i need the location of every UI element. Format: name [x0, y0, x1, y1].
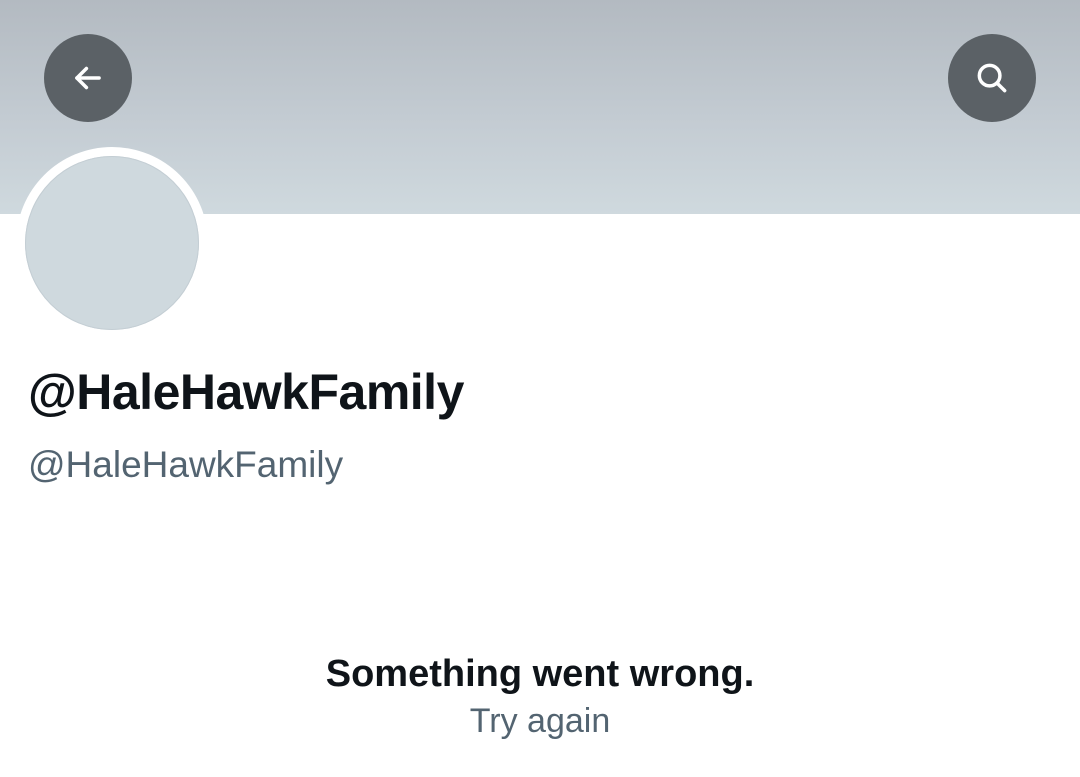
back-button[interactable]	[44, 34, 132, 122]
avatar-frame[interactable]	[16, 147, 208, 339]
try-again-container: Try again	[0, 701, 1080, 742]
avatar[interactable]	[25, 156, 199, 330]
profile-page: @HaleHawkFamily @HaleHawkFamily Somethin…	[0, 0, 1080, 777]
search-icon	[977, 63, 1007, 93]
error-message: Something went wrong.	[325, 653, 755, 695]
try-again-link[interactable]: Try again	[470, 702, 610, 740]
search-button[interactable]	[948, 34, 1036, 122]
arrow-left-icon	[75, 66, 101, 90]
profile-handle: @HaleHawkFamily	[28, 444, 344, 485]
profile-display-name: @HaleHawkFamily	[28, 364, 464, 420]
